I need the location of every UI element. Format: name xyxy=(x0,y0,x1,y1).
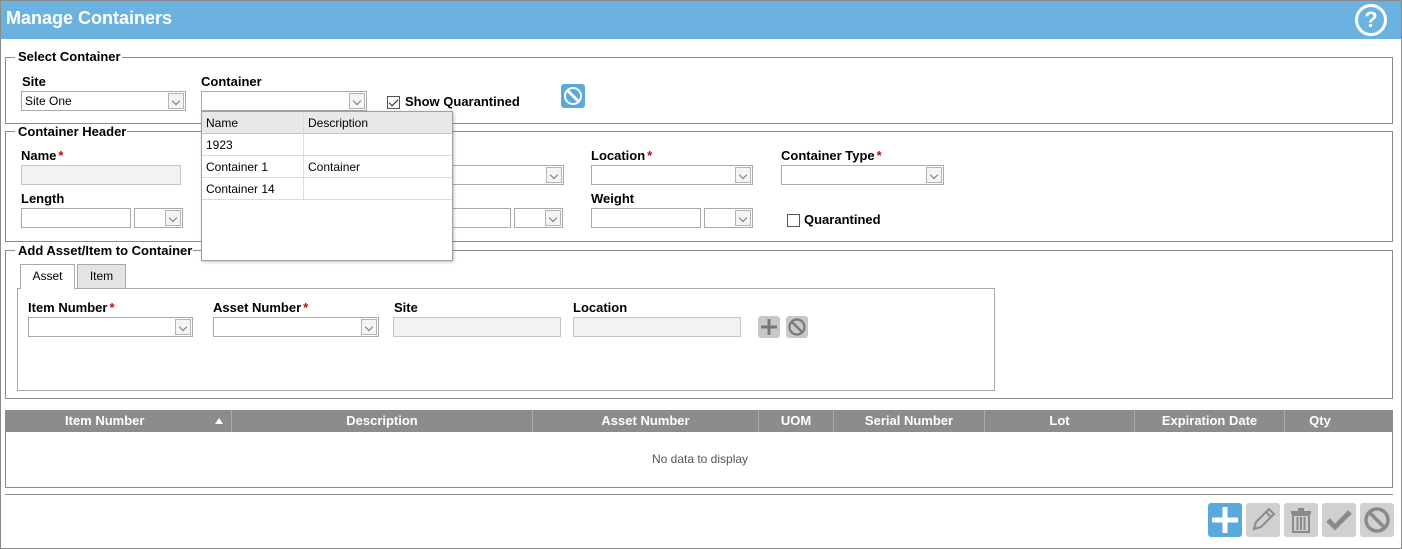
asset-location-field[interactable] xyxy=(573,317,741,337)
asset-location-label: Location xyxy=(573,300,628,315)
col-expiration-date[interactable]: Expiration Date xyxy=(1135,410,1285,432)
col-item-number[interactable]: Item Number xyxy=(5,410,232,432)
dropdown-col-name: Name xyxy=(206,116,239,130)
add-icon xyxy=(1212,507,1238,533)
weight-field[interactable] xyxy=(591,208,701,228)
container-type-label: Container Type * xyxy=(781,148,882,163)
site-select[interactable]: Site One xyxy=(21,91,186,111)
delete-button[interactable] xyxy=(1284,503,1318,537)
cancel-icon xyxy=(1364,507,1390,533)
chevron-down-icon[interactable] xyxy=(926,167,942,183)
chevron-down-icon[interactable] xyxy=(168,93,184,109)
col-qty[interactable]: Qty xyxy=(1285,410,1355,432)
edit-icon xyxy=(1252,507,1276,531)
container-select[interactable] xyxy=(201,91,367,111)
cancel-button[interactable] xyxy=(1360,503,1394,537)
add-asset-button[interactable] xyxy=(758,316,780,338)
container-header-legend: Container Header xyxy=(17,124,128,139)
col-serial-number[interactable]: Serial Number xyxy=(834,410,985,432)
col-description[interactable]: Description xyxy=(232,410,533,432)
item-number-label: Item Number * xyxy=(28,300,115,315)
location-select[interactable] xyxy=(591,165,753,185)
name-label: Name * xyxy=(21,148,64,163)
asset-number-select[interactable] xyxy=(213,317,379,337)
dropdown-row[interactable]: 1923 xyxy=(202,134,452,156)
clear-selection-button[interactable] xyxy=(561,84,585,108)
dropdown-header: Name Description xyxy=(202,112,452,134)
length-label: Length xyxy=(21,191,65,206)
edit-button[interactable] xyxy=(1246,503,1280,537)
container-type-select[interactable] xyxy=(781,165,944,185)
dropdown-col-description: Description xyxy=(308,116,369,130)
dropdown-row-name: Container 1 xyxy=(206,160,269,174)
quarantined-label: Quarantined xyxy=(804,212,881,227)
chevron-down-icon[interactable] xyxy=(361,319,377,335)
clear-asset-button[interactable] xyxy=(786,316,808,338)
grid-body: No data to display xyxy=(5,432,1393,488)
chevron-down-icon[interactable] xyxy=(165,210,181,226)
name-field[interactable] xyxy=(21,165,181,185)
add-button[interactable] xyxy=(1208,503,1242,537)
location-label: Location * xyxy=(591,148,653,163)
add-icon xyxy=(761,319,777,335)
show-quarantined-label: Show Quarantined xyxy=(405,94,520,109)
tab-item[interactable]: Item xyxy=(77,264,126,288)
quarantined-checkbox[interactable] xyxy=(787,214,800,227)
col-uom[interactable]: UOM xyxy=(759,410,834,432)
asset-number-label: Asset Number * xyxy=(213,300,309,315)
hidden-unit-select[interactable] xyxy=(514,208,563,228)
asset-site-label: Site xyxy=(394,300,418,315)
clear-icon xyxy=(788,318,806,336)
container-label: Container xyxy=(201,74,262,89)
help-icon[interactable]: ? xyxy=(1355,4,1387,36)
site-label: Site xyxy=(22,74,46,89)
chevron-down-icon[interactable] xyxy=(735,210,751,226)
divider xyxy=(5,494,1393,495)
dropdown-row-name: Container 14 xyxy=(206,182,275,196)
tab-asset[interactable]: Asset xyxy=(20,264,75,289)
weight-label: Weight xyxy=(591,191,635,206)
length-unit-select[interactable] xyxy=(134,208,183,228)
dropdown-row[interactable]: Container 1 Container xyxy=(202,156,452,178)
save-icon xyxy=(1326,510,1352,531)
site-select-value: Site One xyxy=(25,94,72,108)
col-asset-number[interactable]: Asset Number xyxy=(533,410,759,432)
dropdown-column-separator xyxy=(303,112,304,200)
dropdown-row-description: Container xyxy=(308,160,361,174)
chevron-down-icon[interactable] xyxy=(735,167,751,183)
chevron-down-icon[interactable] xyxy=(175,319,191,335)
grid-header: Item Number Description Asset Number UOM… xyxy=(5,410,1393,432)
empty-grid-message: No data to display xyxy=(651,452,749,466)
show-quarantined-checkbox[interactable] xyxy=(387,96,400,109)
chevron-down-icon[interactable] xyxy=(546,167,562,183)
item-number-select[interactable] xyxy=(28,317,193,337)
dropdown-row[interactable]: Container 14 xyxy=(202,178,452,200)
dropdown-row-name: 1923 xyxy=(206,138,233,152)
save-button[interactable] xyxy=(1322,503,1356,537)
window-title: Manage Containers xyxy=(6,8,173,28)
add-asset-legend: Add Asset/Item to Container xyxy=(17,243,194,258)
title-bar: Manage Containers ? xyxy=(1,1,1401,39)
sort-ascending-icon[interactable] xyxy=(215,418,223,424)
weight-unit-select[interactable] xyxy=(704,208,753,228)
select-container-legend: Select Container xyxy=(17,49,122,64)
chevron-down-icon[interactable] xyxy=(545,210,561,226)
length-field[interactable] xyxy=(21,208,131,228)
chevron-down-icon[interactable] xyxy=(349,93,365,109)
tab-panel xyxy=(17,288,995,391)
delete-icon xyxy=(1291,508,1311,533)
clear-selection-icon xyxy=(564,87,582,105)
asset-site-field[interactable] xyxy=(393,317,561,337)
col-lot[interactable]: Lot xyxy=(985,410,1135,432)
container-dropdown: Name Description 1923 Container 1 Contai… xyxy=(201,111,453,261)
